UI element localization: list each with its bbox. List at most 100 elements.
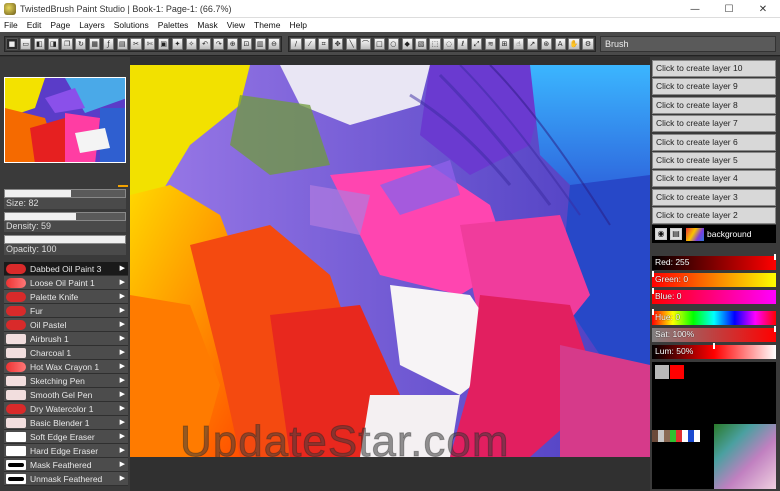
hue-slider[interactable]: Hue: 0 — [652, 309, 776, 325]
move-icon[interactable]: ✥ — [332, 38, 344, 50]
size-slider-bar[interactable] — [4, 189, 126, 198]
background-layer[interactable]: ◉ ▤ background — [652, 225, 776, 243]
saturation-slider-knob[interactable] — [774, 326, 776, 332]
page-grid-icon[interactable]: ▦ — [89, 38, 101, 50]
redo-icon[interactable]: ↷ — [213, 38, 225, 50]
lasso-icon[interactable]: ℓ — [457, 38, 469, 50]
brush-item[interactable]: Charcoal 1 ▶ — [4, 346, 128, 360]
luminance-slider[interactable]: Lum: 50% — [652, 343, 776, 359]
brush-item[interactable]: Smooth Gel Pen ▶ — [4, 388, 128, 402]
script-icon[interactable]: ƒ — [102, 38, 115, 50]
smudge-icon[interactable]: ☝ — [512, 38, 525, 50]
create-layer-button[interactable]: Click to create layer 10 — [652, 60, 776, 77]
brush-name-field[interactable]: Brush — [600, 36, 776, 52]
secondary-color-swatch[interactable] — [655, 365, 669, 379]
create-layer-button[interactable]: Click to create layer 4 — [652, 170, 776, 188]
fill-icon[interactable]: ◆ — [401, 38, 413, 50]
brush-item[interactable]: Oil Pastel ▶ — [4, 318, 128, 332]
gradient-icon[interactable]: ▧ — [415, 38, 427, 50]
page-prev-icon[interactable]: ◧ — [33, 38, 46, 50]
create-layer-button[interactable]: Click to create layer 7 — [652, 115, 776, 133]
submenu-arrow-icon[interactable]: ▶ — [120, 390, 125, 398]
brush-item[interactable]: Hard Edge Eraser ▶ — [4, 444, 128, 458]
clipboard-icon[interactable]: ▤ — [116, 38, 128, 50]
saturation-slider[interactable]: Sat: 100% — [652, 326, 776, 342]
create-layer-button[interactable]: Click to create layer 3 — [652, 188, 776, 206]
zoom-out-icon[interactable]: ⊖ — [268, 38, 280, 50]
maximize-button[interactable]: ☐ — [712, 0, 746, 18]
submenu-arrow-icon[interactable]: ▶ — [120, 432, 125, 440]
page-thumbnail[interactable] — [4, 77, 126, 163]
sparkle-icon[interactable]: ✦ — [171, 38, 184, 50]
menu-file[interactable]: File — [0, 20, 23, 30]
submenu-arrow-icon[interactable]: ▶ — [120, 278, 125, 286]
density-slider-bar[interactable] — [4, 212, 126, 221]
brush-item[interactable]: Palette Knife ▶ — [4, 290, 128, 304]
paste-icon[interactable]: ▣ — [158, 38, 170, 50]
submenu-arrow-icon[interactable]: ▶ — [120, 292, 125, 300]
warp-icon[interactable]: ≋ — [484, 38, 497, 50]
new-page-icon[interactable]: ▭ — [20, 38, 32, 50]
eye-icon[interactable]: ◉ — [655, 228, 667, 240]
menu-theme[interactable]: Theme — [250, 20, 285, 30]
stamp-icon[interactable]: ⊞ — [498, 38, 511, 50]
brush-item[interactable]: Airbrush 1 ▶ — [4, 332, 128, 346]
brush-item[interactable]: Hot Wax Crayon 1 ▶ — [4, 360, 128, 374]
painting-canvas[interactable]: UpdateStar.com — [130, 65, 650, 457]
brush-item[interactable]: Soft Edge Eraser ▶ — [4, 430, 128, 444]
page-next-icon[interactable]: ◨ — [47, 38, 59, 50]
create-layer-button[interactable]: Click to create layer 9 — [652, 78, 776, 96]
ellipse-icon[interactable]: ○ — [387, 38, 399, 50]
grid-toggle-icon[interactable]: ▥ — [254, 38, 266, 50]
zoom-in-icon[interactable]: ⊕ — [227, 38, 239, 50]
density-slider[interactable]: Density: 59 — [4, 212, 126, 232]
close-button[interactable]: ✕ — [746, 0, 780, 18]
submenu-arrow-icon[interactable]: ▶ — [120, 460, 125, 468]
brush-tool-icon[interactable]: ∕ — [290, 38, 302, 50]
magic-icon[interactable]: ✧ — [185, 38, 197, 50]
fit-page-icon[interactable]: ⊡ — [240, 38, 253, 50]
select-ellipse-icon[interactable]: ◌ — [443, 38, 455, 50]
crop-icon[interactable]: ⌗ — [318, 38, 330, 50]
luminance-slider-knob[interactable] — [713, 343, 715, 349]
blue-slider[interactable]: Blue: 0 — [652, 288, 776, 304]
brush-item[interactable]: Loose Oil Paint 1 ▶ — [4, 276, 128, 290]
hand-icon[interactable]: ✋ — [568, 38, 580, 50]
undo-icon[interactable]: ↶ — [199, 38, 211, 50]
blue-slider-knob[interactable] — [652, 288, 654, 294]
canvas-area[interactable]: UpdateStar.com — [130, 57, 650, 491]
palette-strip[interactable] — [652, 430, 700, 442]
eyedropper-icon[interactable]: ⁄ — [304, 38, 316, 50]
menu-edit[interactable]: Edit — [23, 20, 47, 30]
brush-item[interactable]: Unmask Feathered ▶ — [4, 472, 128, 486]
save-book-icon[interactable]: ■ — [6, 38, 18, 50]
submenu-arrow-icon[interactable]: ▶ — [120, 376, 125, 384]
red-slider-knob[interactable] — [774, 254, 776, 260]
brush-item[interactable]: Fur ▶ — [4, 304, 128, 318]
opacity-slider-bar[interactable] — [4, 235, 126, 244]
submenu-arrow-icon[interactable]: ▶ — [120, 474, 125, 482]
curve-icon[interactable]: ⌒ — [359, 38, 372, 50]
select-rect-icon[interactable]: ⬚ — [429, 38, 441, 50]
submenu-arrow-icon[interactable]: ▶ — [120, 418, 125, 426]
green-slider[interactable]: Green: 0 — [652, 271, 776, 287]
submenu-arrow-icon[interactable]: ▶ — [120, 446, 125, 454]
submenu-arrow-icon[interactable]: ▶ — [120, 404, 125, 412]
picker-icon[interactable]: ↗ — [526, 38, 539, 50]
scissors-icon[interactable]: ✄ — [144, 38, 156, 50]
red-slider[interactable]: Red: 255 — [652, 254, 776, 270]
submenu-arrow-icon[interactable]: ▶ — [120, 362, 125, 370]
menu-solutions[interactable]: Solutions — [110, 20, 154, 30]
submenu-arrow-icon[interactable]: ▶ — [120, 306, 125, 314]
transform-icon[interactable]: ⤢ — [471, 38, 483, 50]
submenu-arrow-icon[interactable]: ▶ — [120, 320, 125, 328]
menu-palettes[interactable]: Palettes — [154, 20, 194, 30]
primary-color-swatch[interactable] — [670, 365, 684, 379]
create-layer-button[interactable]: Click to create layer 6 — [652, 133, 776, 151]
menu-help[interactable]: Help — [285, 20, 311, 30]
minimize-button[interactable]: — — [678, 0, 712, 18]
rectangle-icon[interactable]: □ — [373, 38, 386, 50]
text-tool-icon[interactable]: A — [554, 38, 566, 50]
brush-item[interactable]: Basic Blender 1 ▶ — [4, 416, 128, 430]
menu-mask[interactable]: Mask — [193, 20, 222, 30]
